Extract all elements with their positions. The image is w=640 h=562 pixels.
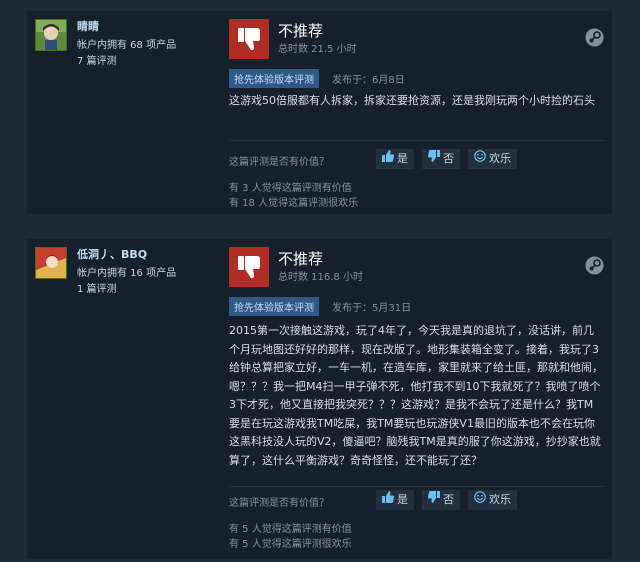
- avatar[interactable]: [35, 19, 67, 51]
- helpful-count: 有 5 人觉得这篇评测有价值: [229, 524, 352, 535]
- posted-date: 发布于：5月31日: [332, 303, 412, 314]
- vote-no-button[interactable]: 否: [422, 149, 460, 169]
- vote-yes-button[interactable]: 是: [376, 490, 414, 510]
- vote-yes-label: 是: [397, 493, 408, 506]
- reviewer-review-count[interactable]: 1 篇评测: [77, 280, 117, 295]
- smiley-icon: [474, 490, 486, 510]
- thumbs-down-small-icon: [428, 490, 440, 510]
- early-access-badge: 抢先体验版本评测: [229, 69, 319, 88]
- vote-yes-button[interactable]: 是: [376, 149, 414, 169]
- review-verdict[interactable]: 不推荐: [278, 20, 323, 41]
- review-text: 这游戏50倍服都有人拆家，拆家还要抢资源，还是我刚玩两个小时捡的石头: [229, 94, 595, 107]
- vote-question: 这篇评测是否有价值？: [229, 498, 329, 509]
- steam-icon: [585, 28, 604, 47]
- reviewer-products[interactable]: 帐户内拥有 68 项产品: [77, 36, 176, 51]
- vote-no-button[interactable]: 否: [422, 490, 460, 510]
- helpful-count: 有 3 人觉得这篇评测有价值: [229, 183, 352, 194]
- thumbs-down-icon: [229, 247, 269, 287]
- vote-no-label: 否: [443, 152, 454, 165]
- reviewer-review-count[interactable]: 7 篇评测: [77, 52, 117, 67]
- steam-icon: [585, 256, 604, 275]
- thumbs-up-icon: [382, 149, 394, 169]
- vote-funny-button[interactable]: 欢乐: [468, 149, 517, 169]
- vote-yes-label: 是: [397, 152, 408, 165]
- early-access-badge: 抢先体验版本评测: [229, 297, 319, 316]
- thumbs-up-icon: [382, 490, 394, 510]
- reviewer-products[interactable]: 帐户内拥有 16 项产品: [77, 264, 176, 279]
- vote-question: 这篇评测是否有价值？: [229, 157, 329, 168]
- vote-funny-label: 欢乐: [489, 152, 511, 165]
- vote-no-label: 否: [443, 493, 454, 506]
- hours-played: 总时数 21.5 小时: [278, 44, 357, 55]
- review-card: 低洞丿、BBQ 帐户内拥有 16 项产品 1 篇评测 不推荐 总时数 116.8…: [27, 239, 612, 559]
- divider: [229, 486, 604, 487]
- review-card: 睛睛 帐户内拥有 68 项产品 7 篇评测 不推荐 总时数 21.5 小时 抢先…: [27, 11, 612, 214]
- avatar[interactable]: [35, 247, 67, 279]
- hours-played: 总时数 116.8 小时: [278, 272, 363, 283]
- smiley-icon: [474, 149, 486, 169]
- thumbs-down-icon: [229, 19, 269, 59]
- review-verdict[interactable]: 不推荐: [278, 248, 323, 269]
- funny-count: 有 18 人觉得这篇评测很欢乐: [229, 198, 359, 209]
- funny-count: 有 5 人觉得这篇评测很欢乐: [229, 539, 352, 550]
- divider: [229, 140, 604, 141]
- posted-date: 发布于：6月8日: [332, 75, 405, 86]
- thumbs-down-small-icon: [428, 149, 440, 169]
- vote-funny-label: 欢乐: [489, 493, 511, 506]
- review-text: 2015第一次接触这游戏，玩了4年了，今天我是真的退坑了，没话讲，前几个月玩地图…: [229, 324, 603, 467]
- reviewer-name[interactable]: 低洞丿、BBQ: [77, 246, 147, 262]
- vote-funny-button[interactable]: 欢乐: [468, 490, 517, 510]
- reviewer-name[interactable]: 睛睛: [77, 18, 99, 34]
